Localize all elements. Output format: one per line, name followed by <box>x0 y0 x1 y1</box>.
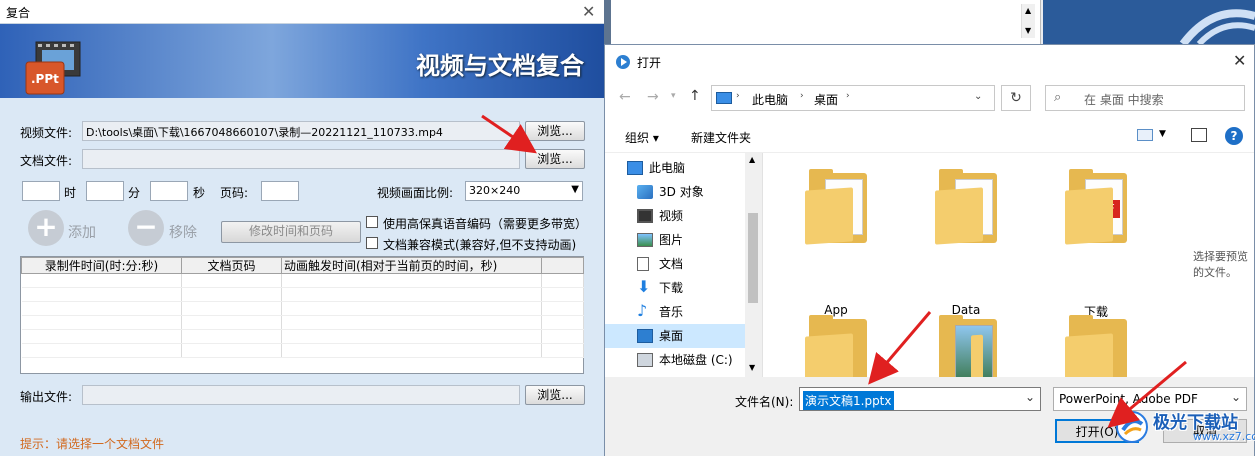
arrow-to-filename <box>868 311 932 385</box>
annotation-arrows <box>481 114 1187 428</box>
arrow-to-doc-browse <box>481 114 537 154</box>
screen: 复合 ✕ .PPt 视频与文档复合 视频文件: D:\tools\桌面\下载\1… <box>0 0 1255 456</box>
arrow-to-open-button <box>1107 360 1187 428</box>
